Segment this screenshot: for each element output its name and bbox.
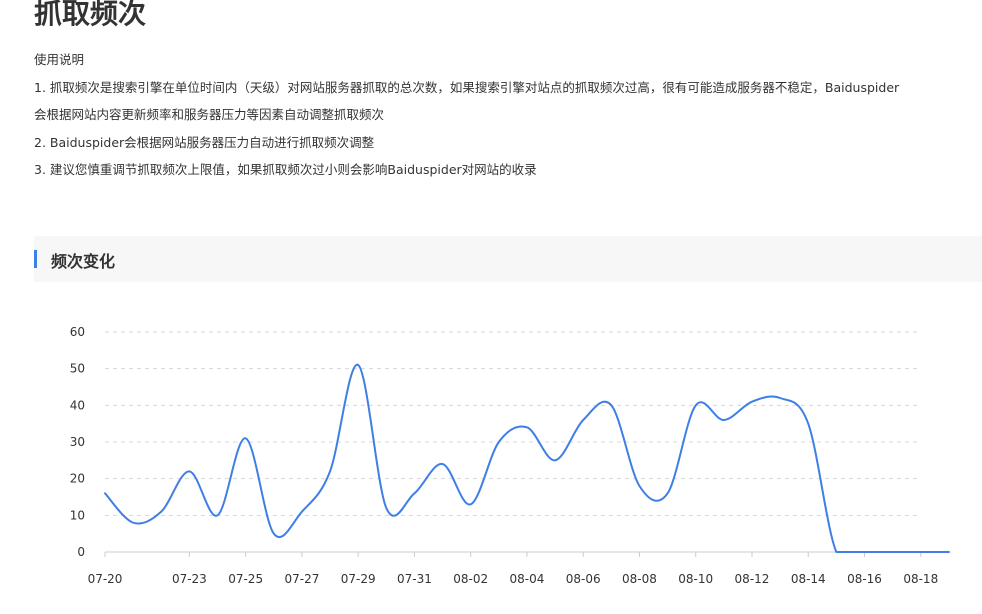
x-tick-label: 07-29: [341, 572, 376, 586]
x-tick-label: 07-31: [397, 572, 432, 586]
usage-line-1-continued: 会根据网站内容更新频率和服务器压力等因素自动调整抓取频次: [34, 107, 385, 122]
x-tick-label: 08-14: [791, 572, 826, 586]
usage-instructions: 使用说明 1. 抓取频次是搜索引擎在单位时间内（天级）对网站服务器抓取的总次数，…: [34, 50, 982, 188]
x-tick-label: 08-06: [566, 572, 601, 586]
x-tick-label: 07-25: [228, 572, 263, 586]
section-title: 频次变化: [51, 252, 116, 271]
usage-line-1: 1. 抓取频次是搜索引擎在单位时间内（天级）对网站服务器抓取的总次数，如果搜索引…: [34, 79, 900, 95]
x-tick-label: 08-12: [735, 572, 770, 586]
chart-series: [104, 363, 950, 553]
x-tick-label: 07-20: [88, 572, 123, 586]
series-line: [104, 363, 950, 553]
x-tick-label: 08-04: [510, 572, 545, 586]
y-tick-label: 60: [70, 325, 85, 339]
x-tick-label: 08-08: [622, 572, 657, 586]
x-tick-label: 08-10: [678, 572, 713, 586]
page-root: 抓取频次 使用说明 1. 抓取频次是搜索引擎在单位时间内（天级）对网站服务器抓取…: [0, 0, 982, 614]
chart-x-tick-labels: 07-20 07-23 07-25 07-27 07-29 07-31 08-02 08-04…: [88, 572, 939, 586]
usage-heading: 使用说明: [34, 52, 85, 67]
x-tick-label: 08-16: [847, 572, 882, 586]
chart-axes: [104, 551, 922, 557]
x-tick-label: 07-27: [284, 572, 319, 586]
x-tick-label: 08-02: [453, 572, 488, 586]
y-tick-label: 30: [70, 435, 85, 449]
x-tick-label: 07-23: [172, 572, 207, 586]
usage-line-2: 2. Baiduspider会根据网站服务器压力自动进行抓取频次调整: [34, 134, 375, 150]
usage-line-3: 3. 建议您慎重调节抓取频次上限值，如果抓取频次过小则会影响Baiduspide…: [34, 162, 537, 177]
crawl-frequency-chart: 0102030405060 07-20 07-23 07-25 07-27 07-29 0…: [70, 325, 950, 586]
chart-y-tick-labels: 0 10 20 30 40 50 60: [70, 325, 85, 559]
y-tick-label: 10: [70, 508, 85, 522]
section-accent-bar: [34, 250, 37, 268]
section-header: 频次变化: [34, 236, 982, 282]
y-tick-label: 0: [77, 545, 85, 559]
y-tick-label: 20: [70, 472, 85, 486]
x-tick-label: 08-18: [903, 572, 938, 586]
y-tick-label: 50: [70, 362, 85, 376]
page-title: 抓取频次: [34, 0, 147, 30]
y-tick-label: 40: [70, 398, 85, 412]
